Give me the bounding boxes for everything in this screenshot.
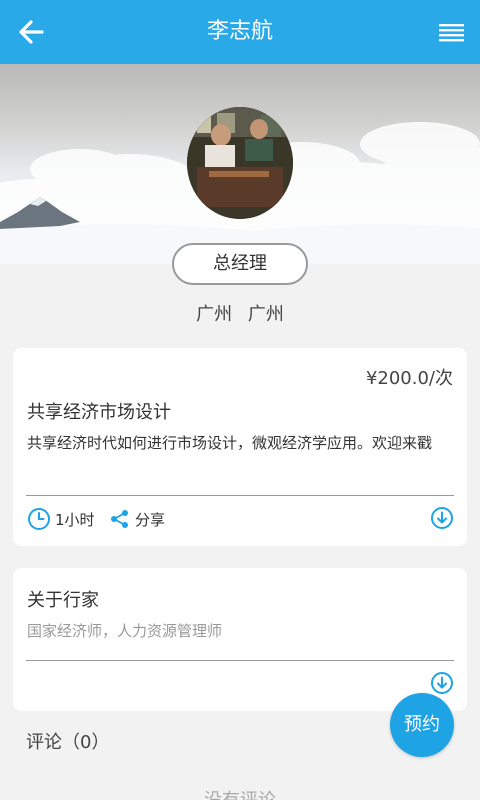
service-title: 共享经济市场设计	[27, 402, 171, 423]
service-duration: 1小时	[27, 506, 95, 532]
comments-header: 评论（0）	[26, 732, 110, 753]
share-button[interactable]: 分享	[109, 506, 165, 532]
book-button[interactable]: 预约	[390, 693, 454, 757]
role-badge: 总经理	[172, 243, 308, 285]
avatar-photo	[187, 107, 293, 219]
back-button[interactable]	[14, 14, 50, 50]
location: 广州 广州	[0, 300, 480, 330]
divider	[26, 660, 454, 661]
about-description: 国家经济师，人力资源管理师	[27, 622, 223, 640]
avatar[interactable]	[187, 107, 293, 219]
menu-button[interactable]	[436, 16, 468, 48]
no-comments-text: 没有评论	[0, 786, 480, 800]
clock-icon	[28, 508, 50, 530]
arrow-left-icon	[19, 20, 44, 44]
expand-about-button[interactable]	[430, 671, 454, 695]
location-district: 广州	[247, 304, 284, 325]
chevron-down-icon	[431, 672, 453, 694]
about-card[interactable]: 关于行家 国家经济师，人力资源管理师	[13, 568, 467, 711]
about-title: 关于行家	[27, 590, 99, 611]
location-city: 广州	[196, 304, 233, 325]
divider	[26, 495, 454, 496]
page-title: 李志航	[206, 19, 273, 44]
service-description: 共享经济时代如何进行市场设计，微观经济学应用。欢迎来戳	[27, 434, 433, 452]
expand-service-button[interactable]	[430, 506, 454, 530]
service-card[interactable]: ¥200.0/次 共享经济市场设计 共享经济时代如何进行市场设计，微观经济学应用…	[13, 348, 467, 546]
top-bar: 李志航	[0, 0, 480, 64]
menu-icon	[439, 24, 464, 42]
chevron-down-icon	[431, 507, 453, 529]
service-duration-label: 1小时	[55, 510, 95, 529]
share-icon	[111, 510, 128, 528]
share-label: 分享	[135, 510, 166, 529]
service-price: ¥200.0/次	[365, 368, 453, 389]
